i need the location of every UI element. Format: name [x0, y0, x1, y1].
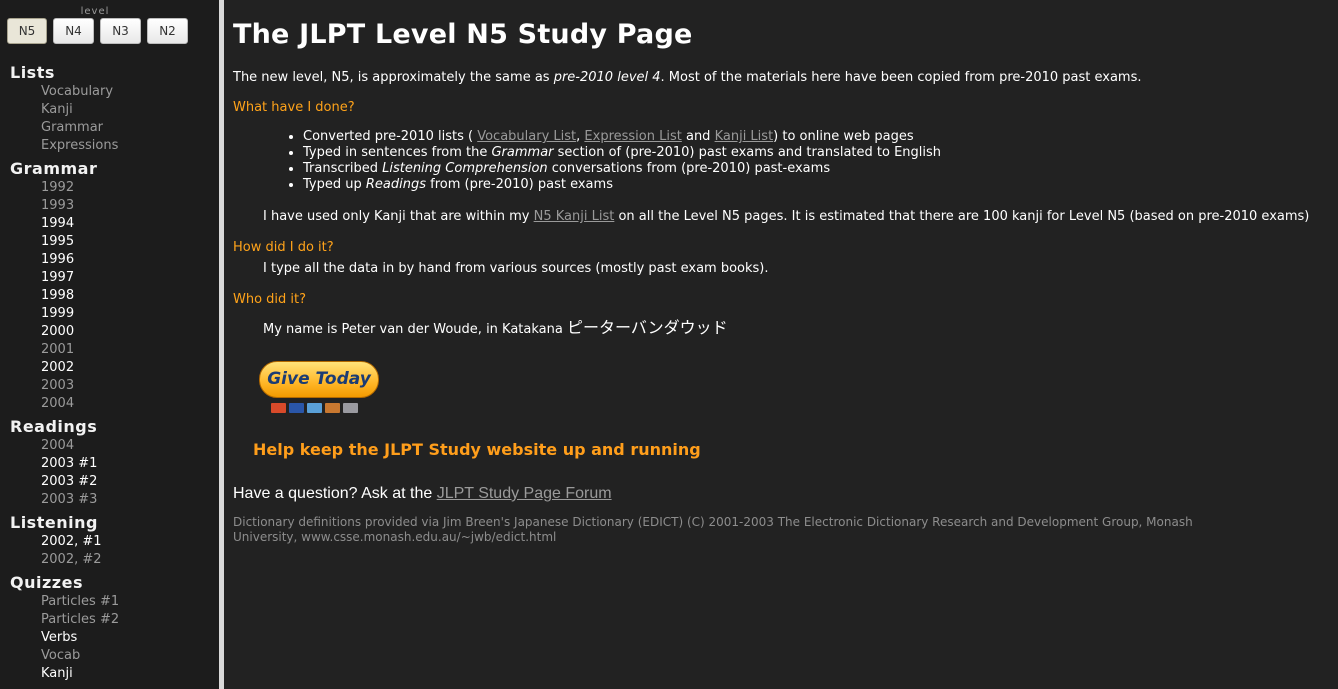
what-heading: What have I done?	[233, 100, 355, 115]
list-item-text: section of (pre-2010) past exams and tra…	[553, 145, 942, 160]
sidebar-item[interactable]: 1997	[41, 269, 215, 287]
list-item-text: Converted pre-2010 lists (	[303, 129, 478, 144]
sidebar-menu: Lists Vocabulary Kanji Grammar Expressions Gr…	[10, 63, 215, 683]
list-item-text: Typed up	[303, 177, 366, 192]
intro-emphasis: pre-2010 level 4	[553, 70, 661, 85]
list-item: Converted pre-2010 lists ( Vocabulary Li…	[303, 129, 941, 145]
sidebar-item[interactable]: Particles #2	[41, 611, 215, 629]
list-item: Typed up Readings from (pre-2010) past e…	[303, 177, 941, 193]
sidebar-item[interactable]: 1995	[41, 233, 215, 251]
sidebar-heading-readings: Readings	[10, 417, 98, 436]
sidebar-item[interactable]: Grammar	[41, 119, 215, 137]
sidebar-divider[interactable]	[219, 0, 224, 689]
sidebar-item[interactable]: 2002	[41, 359, 215, 377]
sidebar-item[interactable]: 2004	[41, 395, 215, 413]
sidebar-item[interactable]: 2003 #1	[41, 455, 215, 473]
credit-card-icon	[343, 403, 358, 413]
level-button-n5[interactable]: N5	[7, 18, 47, 44]
sidebar-item[interactable]: Vocab	[41, 647, 215, 665]
kanji-note: I have used only Kanji that are within m…	[263, 209, 1309, 224]
level-button-n4[interactable]: N4	[53, 18, 94, 44]
sidebar-item[interactable]: Kanji	[41, 665, 215, 683]
sidebar-heading-quizzes: Quizzes	[10, 573, 83, 592]
page-title: The JLPT Level N5 Study Page	[233, 19, 693, 50]
forum-question: Have a question? Ask at the JLPT Study P…	[233, 485, 612, 503]
sidebar-item[interactable]: Verbs	[41, 629, 215, 647]
sidebar-item[interactable]: 2004	[41, 437, 215, 455]
credit-card-icon	[307, 403, 322, 413]
sidebar-heading-listening: Listening	[10, 513, 98, 532]
sidebar-item[interactable]: 1996	[41, 251, 215, 269]
list-item-emphasis: Grammar	[491, 145, 554, 160]
credit-card-icon	[289, 403, 304, 413]
sidebar-item[interactable]: 2001	[41, 341, 215, 359]
sidebar-item[interactable]: Expressions	[41, 137, 215, 155]
sidebar-item[interactable]: Particles #1	[41, 593, 215, 611]
sidebar-item[interactable]: 2002, #1	[41, 533, 215, 551]
sidebar-item[interactable]: 2000	[41, 323, 215, 341]
intro-paragraph: The new level, N5, is approximately the …	[233, 70, 1142, 85]
kanji-list-link[interactable]: Kanji List	[715, 129, 774, 144]
credits: Dictionary definitions provided via Jim …	[233, 515, 1193, 544]
forum-link[interactable]: JLPT Study Page Forum	[437, 485, 612, 502]
list-item-text: Typed in sentences from the	[303, 145, 492, 160]
list-item-text: from (pre-2010) past exams	[426, 177, 613, 192]
intro-text-end: . Most of the materials here have been c…	[660, 70, 1142, 85]
give-today-label: Give Today	[267, 369, 371, 389]
sidebar-item[interactable]: 1994	[41, 215, 215, 233]
kanji-note-text: I have used only Kanji that are within m…	[263, 209, 534, 224]
who-text: My name is Peter van der Woude, in Katak…	[263, 314, 728, 338]
sidebar-item[interactable]: 2002, #2	[41, 551, 215, 569]
vocabulary-list-link[interactable]: Vocabulary List	[477, 129, 576, 144]
credit-card-icon	[325, 403, 340, 413]
level-button-n3[interactable]: N3	[100, 18, 141, 44]
sidebar-item[interactable]: 1998	[41, 287, 215, 305]
katakana-name: ピーターバンダウッド	[566, 318, 728, 337]
done-list: Converted pre-2010 lists ( Vocabulary Li…	[285, 129, 941, 193]
sidebar-item[interactable]: 1999	[41, 305, 215, 323]
sidebar-item[interactable]: Vocabulary	[41, 83, 215, 101]
sidebar: level N5 N4 N3 N2 Lists Vocabulary Kanji Gr…	[0, 0, 219, 689]
kanji-note-text-end: on all the Level N5 pages. It is estimat…	[614, 209, 1310, 224]
level-selector: N5 N4 N3 N2	[7, 18, 188, 44]
sidebar-heading-grammar: Grammar	[10, 159, 98, 178]
sidebar-item[interactable]: 2003 #2	[41, 473, 215, 491]
list-item: Typed in sentences from the Grammar sect…	[303, 145, 941, 161]
sidebar-item[interactable]: 2003	[41, 377, 215, 395]
list-item-emphasis: Readings	[365, 177, 426, 192]
list-item-separator: and	[681, 129, 715, 144]
expression-list-link[interactable]: Expression List	[584, 129, 681, 144]
sidebar-item[interactable]: 1992	[41, 179, 215, 197]
sidebar-item[interactable]: 1993	[41, 197, 215, 215]
intro-text: The new level, N5, is approximately the …	[233, 70, 554, 85]
give-today-button[interactable]: Give Today	[259, 361, 379, 398]
list-item-text: Transcribed	[303, 161, 383, 176]
sidebar-item[interactable]: 2003 #3	[41, 491, 215, 509]
who-heading: Who did it?	[233, 292, 307, 307]
n5-kanji-list-link[interactable]: N5 Kanji List	[534, 209, 615, 224]
who-text-name: My name is Peter van der Woude, in Katak…	[263, 322, 567, 337]
how-text: I type all the data in by hand from vari…	[263, 261, 769, 276]
question-text: Have a question? Ask at the	[233, 485, 437, 502]
how-heading: How did I do it?	[233, 240, 334, 255]
list-item: Transcribed Listening Comprehension conv…	[303, 161, 941, 177]
level-caption: level	[80, 6, 110, 17]
list-item-text: conversations from (pre-2010) past-exams	[547, 161, 831, 176]
list-item-text: ) to online web pages	[773, 129, 914, 144]
sidebar-heading-lists: Lists	[10, 63, 55, 82]
level-button-n2[interactable]: N2	[147, 18, 188, 44]
payment-cards	[271, 403, 358, 413]
sidebar-item[interactable]: Kanji	[41, 101, 215, 119]
main-content: The JLPT Level N5 Study Page The new lev…	[233, 0, 1328, 689]
credit-card-icon	[271, 403, 286, 413]
help-text: Help keep the JLPT Study website up and …	[253, 440, 701, 459]
list-item-emphasis: Listening Comprehension	[382, 161, 548, 176]
